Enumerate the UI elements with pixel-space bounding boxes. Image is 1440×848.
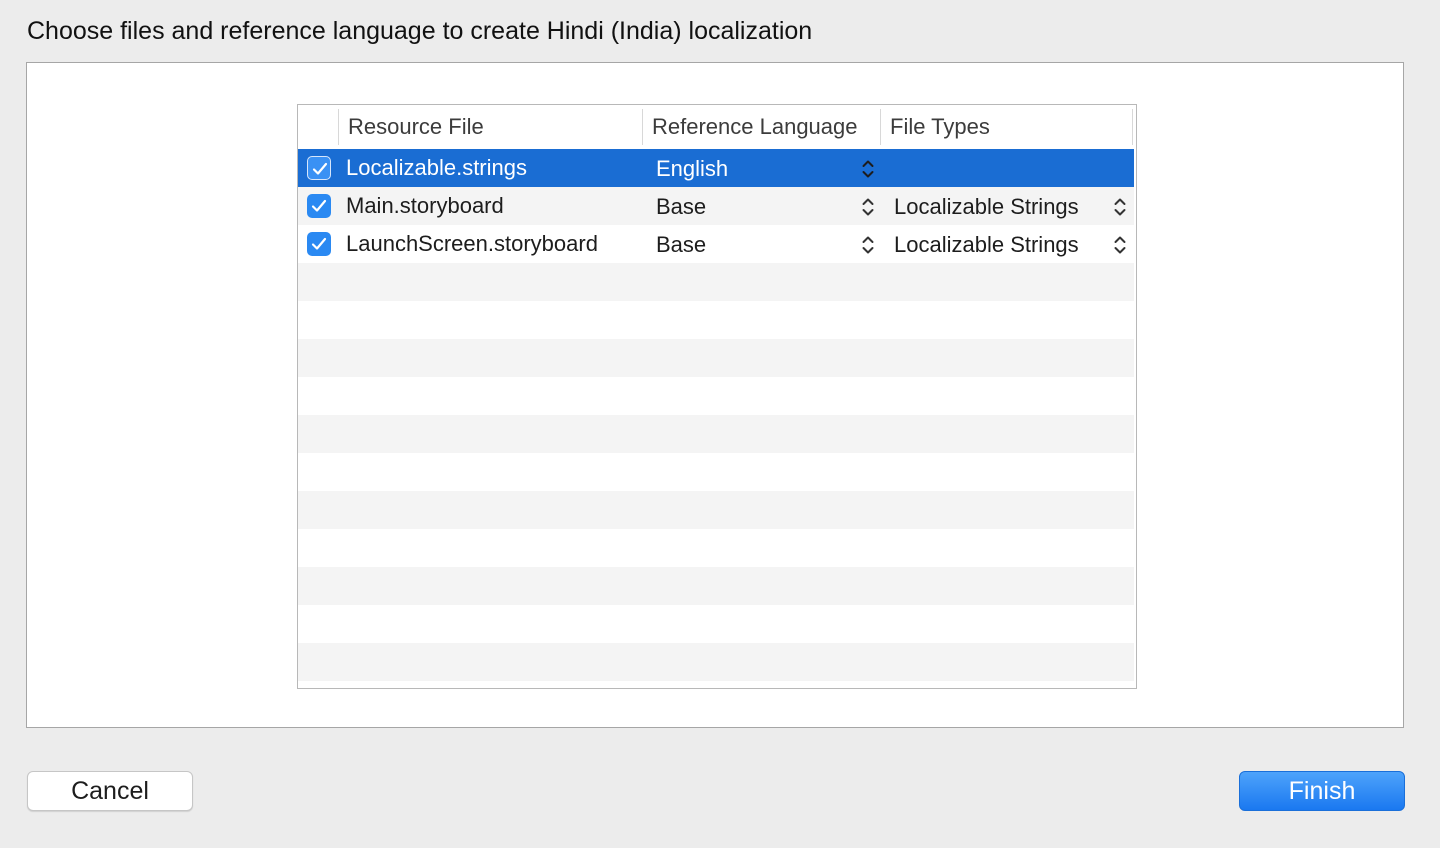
column-divider	[1132, 109, 1133, 145]
table-header: Resource File Reference Language File Ty…	[298, 105, 1136, 149]
resource-files-table[interactable]: Resource File Reference Language File Ty…	[297, 104, 1137, 689]
empty-row	[298, 529, 1134, 567]
reference-language-value[interactable]: Base	[656, 188, 706, 226]
resource-file-name: Main.storyboard	[346, 193, 504, 218]
empty-row	[298, 567, 1134, 605]
empty-row	[298, 415, 1134, 453]
empty-row	[298, 339, 1134, 377]
up-down-chevron-icon[interactable]	[1113, 196, 1127, 218]
empty-row	[298, 301, 1134, 339]
column-divider[interactable]	[338, 109, 339, 145]
table-row[interactable]: Main.storyboard Base Localizable Strings	[298, 187, 1134, 225]
file-type-value[interactable]: Localizable Strings	[894, 188, 1079, 226]
empty-row	[298, 643, 1134, 681]
column-header-resource-file[interactable]: Resource File	[348, 105, 484, 149]
empty-row	[298, 377, 1134, 415]
up-down-chevron-icon[interactable]	[1113, 234, 1127, 256]
column-header-reference-language[interactable]: Reference Language	[652, 105, 858, 149]
finish-button[interactable]: Finish	[1239, 771, 1405, 811]
column-header-file-types[interactable]: File Types	[890, 105, 990, 149]
reference-language-value[interactable]: Base	[656, 226, 706, 264]
dialog-title: Choose files and reference language to c…	[27, 17, 813, 45]
checkmark-icon	[311, 237, 327, 250]
resource-file-name: LaunchScreen.storyboard	[346, 231, 598, 256]
table-row[interactable]: LaunchScreen.storyboard Base Localizable…	[298, 225, 1134, 263]
column-divider[interactable]	[642, 109, 643, 145]
localization-dialog: Choose files and reference language to c…	[0, 0, 1440, 848]
empty-row	[298, 491, 1134, 529]
include-checkbox[interactable]	[307, 194, 331, 218]
empty-row	[298, 263, 1134, 301]
empty-row	[298, 605, 1134, 643]
file-type-value[interactable]: Localizable Strings	[894, 226, 1079, 264]
up-down-chevron-icon[interactable]	[861, 234, 875, 256]
reference-language-value[interactable]: English	[656, 150, 728, 188]
checkmark-icon	[312, 162, 328, 175]
up-down-chevron-icon[interactable]	[861, 196, 875, 218]
resource-file-name: Localizable.strings	[346, 155, 527, 180]
table-row[interactable]: Localizable.strings English	[298, 149, 1134, 187]
column-divider[interactable]	[880, 109, 881, 145]
empty-row	[298, 453, 1134, 491]
include-checkbox[interactable]	[307, 232, 331, 256]
checkmark-icon	[311, 199, 327, 212]
up-down-chevron-icon[interactable]	[861, 158, 875, 180]
include-checkbox[interactable]	[307, 156, 331, 180]
cancel-button[interactable]: Cancel	[27, 771, 193, 811]
content-panel: Resource File Reference Language File Ty…	[26, 62, 1404, 728]
